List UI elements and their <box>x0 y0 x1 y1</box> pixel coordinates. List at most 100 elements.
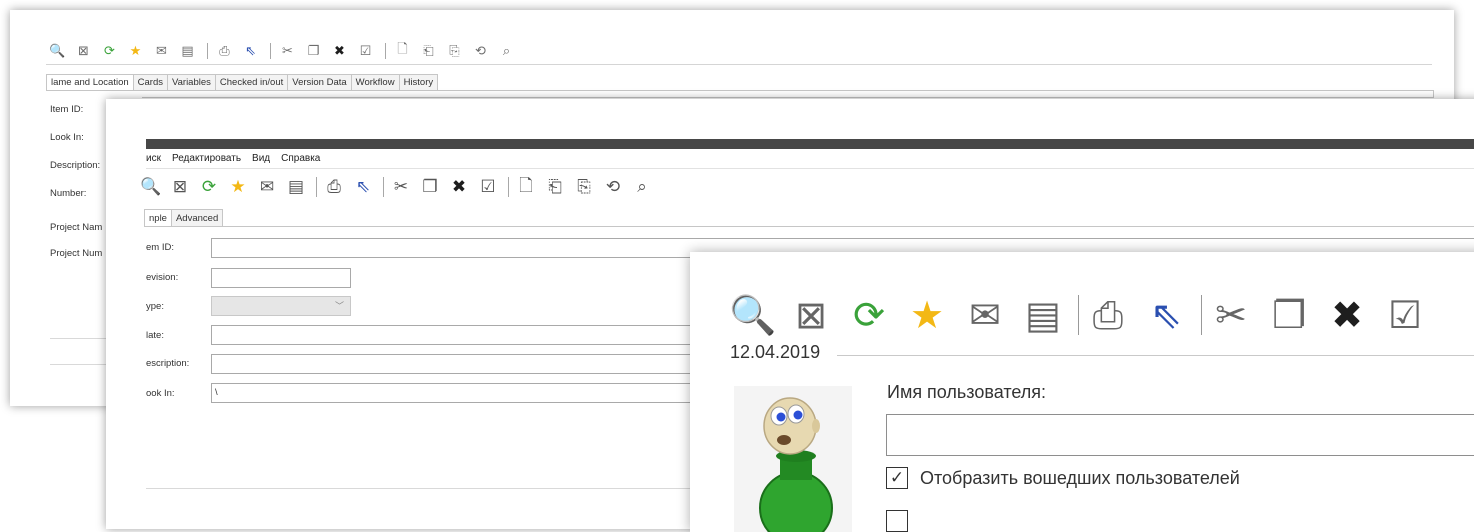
date-group-label: 12.04.2019 <box>730 342 821 362</box>
mail-icon[interactable]: ✉ <box>150 42 173 60</box>
document-in-icon[interactable]: ⎗ <box>417 42 440 60</box>
refresh-icon[interactable]: ⟳ <box>98 42 121 60</box>
checkbox-checked-icon[interactable]: ✓ <box>886 467 908 489</box>
tab-simple[interactable]: nple <box>144 209 172 227</box>
checkout-icon[interactable]: ☑ <box>354 42 377 60</box>
tab-variables[interactable]: Variables <box>166 74 216 91</box>
avatar-picture <box>759 397 833 532</box>
item-id-label: em ID: <box>146 242 174 253</box>
back-tab-strip: lame and Location Cards Variables Checke… <box>46 73 439 91</box>
separator-line <box>50 338 110 339</box>
history-icon[interactable]: ⟲ <box>469 42 492 60</box>
search-icon[interactable]: 🔍 <box>138 176 164 198</box>
toolbar-separator <box>1201 295 1202 335</box>
middle-toolbar: 🔍 ⊠ ⟳ ★ ✉ ▤ ⎙ ⇖ ✂ ❐ ✖ ☑ 🗋 ⎗ ⎘ ⟲ ⌕ <box>138 175 658 199</box>
search-icon[interactable]: 🔍 <box>46 42 69 60</box>
document-out-icon[interactable]: ⎘ <box>443 42 466 60</box>
tab-version-data[interactable]: Version Data <box>287 74 352 91</box>
username-input[interactable] <box>886 414 1474 456</box>
document-in-icon[interactable]: ⎗ <box>542 176 568 198</box>
mail-icon[interactable]: ✉ <box>254 176 280 198</box>
star-icon[interactable]: ★ <box>124 42 147 60</box>
avatar <box>734 386 852 532</box>
refresh-icon[interactable]: ⟳ <box>196 176 222 198</box>
help-cursor-icon[interactable]: ⇖ <box>350 176 376 198</box>
group-box-line <box>837 355 1474 356</box>
revision-input[interactable] <box>211 268 351 288</box>
tab-body <box>142 90 1434 98</box>
username-label: Имя пользователя: <box>887 382 1047 402</box>
mail-icon[interactable]: ✉ <box>962 292 1008 338</box>
preview-icon[interactable]: ⌕ <box>629 176 655 198</box>
toolbar-divider <box>46 64 1432 65</box>
star-icon[interactable]: ★ <box>904 292 950 338</box>
front-toolbar: 🔍 ⊠ ⟳ ★ ✉ ▤ ⎙ ⇖ ✂ ❐ ✖ ☑ <box>729 290 1440 340</box>
close-document-icon[interactable]: ⊠ <box>72 42 95 60</box>
delete-icon[interactable]: ✖ <box>446 176 472 198</box>
refresh-icon[interactable]: ⟳ <box>846 292 892 338</box>
star-icon[interactable]: ★ <box>225 176 251 198</box>
title-bar <box>146 139 1474 149</box>
print-icon[interactable]: ⎙ <box>213 42 236 60</box>
close-document-icon[interactable]: ⊠ <box>167 176 193 198</box>
look-in-label: ook In: <box>146 388 175 399</box>
tab-workflow[interactable]: Workflow <box>350 74 400 91</box>
cut-icon[interactable]: ✂ <box>1208 292 1254 338</box>
help-cursor-icon[interactable]: ⇖ <box>1143 292 1189 338</box>
tab-name-and-location[interactable]: lame and Location <box>46 74 134 91</box>
revision-label: evision: <box>146 272 179 283</box>
chevron-down-icon: ﹀ <box>334 301 344 311</box>
checkout-icon[interactable]: ☑ <box>475 176 501 198</box>
document-icon[interactable]: 🗋 <box>391 42 414 60</box>
middle-tab-strip: nple Advanced <box>144 209 224 227</box>
separator-line <box>146 488 706 489</box>
document-out-icon[interactable]: ⎘ <box>571 176 597 198</box>
delete-icon[interactable]: ✖ <box>1324 292 1370 338</box>
menu-help[interactable]: Справка <box>281 153 320 164</box>
show-logged-in-label: Отобразить вошедших пользователей <box>920 467 1240 488</box>
save-icon[interactable]: ▤ <box>1020 292 1066 338</box>
toolbar-separator <box>383 177 384 197</box>
help-cursor-icon[interactable]: ⇖ <box>239 42 262 60</box>
menu-bar: иск Редактировать Вид Справка <box>146 153 331 164</box>
cut-icon[interactable]: ✂ <box>388 176 414 198</box>
copy-icon[interactable]: ❐ <box>417 176 443 198</box>
cut-icon[interactable]: ✂ <box>276 42 299 60</box>
tab-checked-in-out[interactable]: Checked in/out <box>214 74 289 91</box>
delete-icon[interactable]: ✖ <box>328 42 351 60</box>
document-icon[interactable]: 🗋 <box>513 176 539 198</box>
checkbox-icon[interactable] <box>886 510 908 532</box>
print-icon[interactable]: ⎙ <box>1085 292 1131 338</box>
toolbar-separator <box>1078 295 1079 335</box>
project-name-label: Project Nam <box>50 222 103 233</box>
checkout-icon[interactable]: ☑ <box>1382 292 1428 338</box>
tab-advanced[interactable]: Advanced <box>170 209 224 227</box>
toolbar-separator <box>270 43 271 59</box>
back-toolbar: 🔍 ⊠ ⟳ ★ ✉ ▤ ⎙ ⇖ ✂ ❐ ✖ ☑ 🗋 ⎗ ⎘ ⟲ ⌕ <box>46 40 521 62</box>
menu-view[interactable]: Вид <box>252 153 270 164</box>
look-in-label: Look In: <box>50 132 84 143</box>
print-icon[interactable]: ⎙ <box>321 176 347 198</box>
search-icon[interactable]: 🔍 <box>729 292 776 338</box>
toolbar-separator <box>207 43 208 59</box>
copy-icon[interactable]: ❐ <box>1266 292 1312 338</box>
menu-search[interactable]: иск <box>146 153 161 164</box>
date-label: late: <box>146 330 164 341</box>
toolbar-separator <box>508 177 509 197</box>
tab-cards[interactable]: Cards <box>132 74 168 91</box>
show-logged-in-checkbox[interactable]: ✓ Отобразить вошедших пользователей <box>886 467 1240 489</box>
close-document-icon[interactable]: ⊠ <box>788 292 834 338</box>
toolbar-separator <box>316 177 317 197</box>
menu-edit[interactable]: Редактировать <box>172 153 241 164</box>
save-icon[interactable]: ▤ <box>283 176 309 198</box>
second-checkbox[interactable] <box>886 510 920 532</box>
copy-icon[interactable]: ❐ <box>302 42 325 60</box>
type-select[interactable]: ﹀ <box>211 296 351 316</box>
history-icon[interactable]: ⟲ <box>600 176 626 198</box>
type-label: ype: <box>146 301 164 312</box>
preview-icon[interactable]: ⌕ <box>495 42 518 60</box>
number-label: Number: <box>50 188 87 199</box>
tab-history[interactable]: History <box>398 74 439 91</box>
front-window: 🔍 ⊠ ⟳ ★ ✉ ▤ ⎙ ⇖ ✂ ❐ ✖ ☑ 12.04.2019 Имя пользователя… <box>690 252 1474 532</box>
save-icon[interactable]: ▤ <box>176 42 199 60</box>
